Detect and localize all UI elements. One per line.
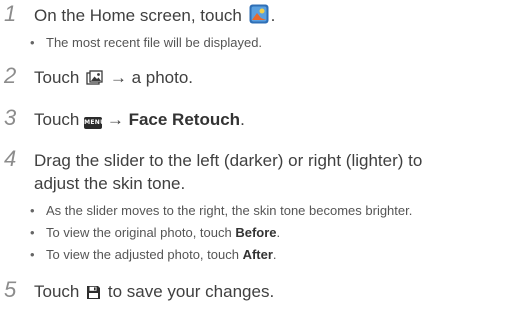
step-text: Touch → a photo. xyxy=(34,66,512,92)
step-text-part: Touch xyxy=(34,282,80,301)
bullet-dot: • xyxy=(30,35,35,50)
step-1: 1 On the Home screen, touch . xyxy=(4,1,512,30)
bullet-text: As the slider moves to the right, the sk… xyxy=(46,203,413,218)
step-text-line: Drag the slider to the left (darker) or … xyxy=(34,151,423,170)
step-2: 2 Touch → a photo. xyxy=(4,63,512,92)
step-number: 5 xyxy=(4,277,17,302)
step-text: Drag the slider to the left (darker) or … xyxy=(34,149,512,195)
step-number: 1 xyxy=(4,1,17,26)
step-4-bullet-3: • To view the adjusted photo, touch After… xyxy=(30,247,277,263)
step-text-part: → a photo. xyxy=(109,68,194,87)
step-text-part: Touch xyxy=(34,68,80,87)
step-text-part: . xyxy=(240,110,245,129)
after-label: After xyxy=(242,247,273,262)
step-4-bullet-2: • To view the original photo, touch Befor… xyxy=(30,225,280,241)
step-text-part: . xyxy=(270,6,276,25)
photo-editor-app-icon xyxy=(249,4,269,30)
bullet-dot: • xyxy=(30,203,35,218)
bullet-text: To view the adjusted photo, touch xyxy=(46,247,243,262)
step-text-part: On the Home screen, touch xyxy=(34,6,242,25)
before-label: Before xyxy=(235,225,277,240)
step-text: Touch MENU → Face Retouch. xyxy=(34,108,512,131)
step-text: On the Home screen, touch . xyxy=(34,4,512,30)
step-text-part: to save your changes. xyxy=(107,282,275,301)
step-5: 5 Touch to save your changes. xyxy=(4,277,512,306)
bullet-text: To view the original photo, touch xyxy=(46,225,236,240)
step-3: 3 Touch MENU → Face Retouch. xyxy=(4,105,512,131)
menu-key-icon: MENU xyxy=(84,117,105,129)
bullet-dot: • xyxy=(30,225,35,240)
bullet-dot: • xyxy=(30,247,35,262)
step-text: Touch to save your changes. xyxy=(34,280,512,306)
bullet-text: . xyxy=(272,247,277,262)
step-number: 4 xyxy=(4,146,17,171)
step-4-bullet-1: • As the slider moves to the right, the s… xyxy=(30,203,412,219)
bullet-text: The most recent file will be displayed. xyxy=(46,35,263,50)
step-text-part: → xyxy=(106,110,124,129)
step-number: 3 xyxy=(4,105,17,130)
bullet-text: . xyxy=(276,225,281,240)
step-text-part: Touch xyxy=(34,110,80,129)
save-icon xyxy=(86,283,101,306)
step-4: 4 Drag the slider to the left (darker) o… xyxy=(4,146,512,195)
step-text-line: adjust the skin tone. xyxy=(34,174,186,193)
step-number: 2 xyxy=(4,63,17,88)
face-retouch-label: Face Retouch xyxy=(128,110,241,129)
gallery-icon xyxy=(86,69,103,92)
step-1-bullet-1: • The most recent file will be displayed. xyxy=(30,35,262,51)
